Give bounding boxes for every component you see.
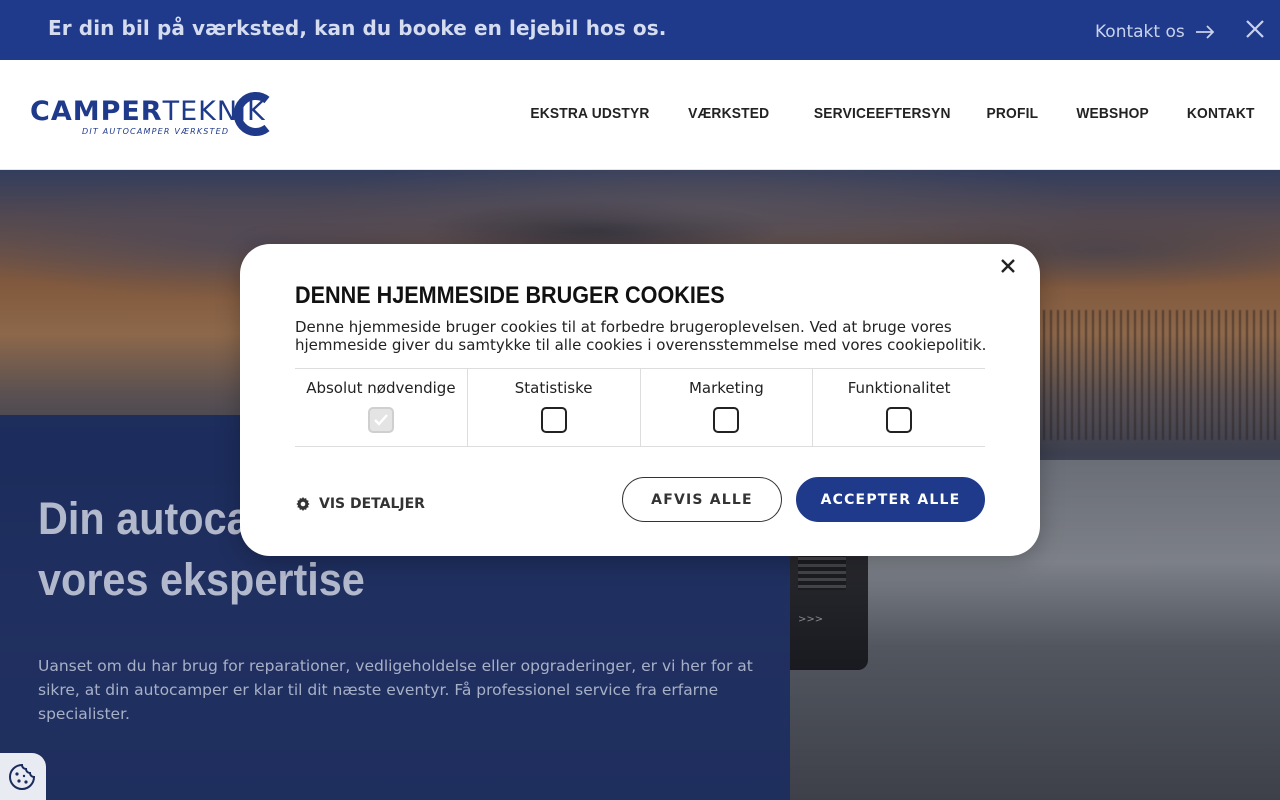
close-icon[interactable] xyxy=(1245,19,1265,39)
cookie-category-marketing: Marketing xyxy=(641,369,814,446)
contact-link-label: Kontakt os xyxy=(1095,22,1185,42)
gear-icon xyxy=(296,497,310,511)
cookie-category-functionality: Funktionalitet xyxy=(813,369,985,446)
cookie-title: DENNE HJEMMESIDE BRUGER COOKIES xyxy=(295,282,725,309)
announcement-text: Er din bil på værksted, kan du booke en … xyxy=(48,16,667,40)
nav-item-vaerksted[interactable]: VÆRKSTED xyxy=(688,105,769,122)
logo[interactable]: CAMPERTEKNIK DIT AUTOCAMPER VÆRKSTED xyxy=(30,90,272,140)
show-details-label: VIS DETALJER xyxy=(319,496,425,512)
accept-all-button[interactable]: ACCEPTER ALLE xyxy=(796,477,985,522)
cookie-categories: Absolut nødvendige Statistiske Marketing… xyxy=(295,368,985,447)
show-details-link[interactable]: VIS DETALJER xyxy=(295,496,425,512)
category-label: Funktionalitet xyxy=(847,379,951,397)
main-nav: EKSTRA UDSTYR VÆRKSTED SERVICEEFTERSYN P… xyxy=(520,105,1255,122)
contact-link[interactable]: Kontakt os xyxy=(1095,22,1215,42)
nav-item-profil[interactable]: PROFIL xyxy=(987,105,1039,122)
announcement-bar: Er din bil på værksted, kan du booke en … xyxy=(0,0,1280,60)
logo-tagline: DIT AUTOCAMPER VÆRKSTED xyxy=(82,127,230,136)
arrow-right-icon xyxy=(1195,25,1215,39)
nav-item-kontakt[interactable]: KONTAKT xyxy=(1187,105,1255,122)
statistics-checkbox[interactable] xyxy=(540,407,567,433)
marketing-checkbox[interactable] xyxy=(713,407,740,433)
reject-all-button[interactable]: AFVIS ALLE xyxy=(622,477,782,522)
nav-item-webshop[interactable]: WEBSHOP xyxy=(1077,105,1150,122)
cookie-consent-dialog: DENNE HJEMMESIDE BRUGER COOKIES Denne hj… xyxy=(240,244,1040,556)
check-icon xyxy=(374,414,388,426)
cookie-description: Denne hjemmeside bruger cookies til at f… xyxy=(295,318,987,354)
hero-text: Uanset om du har brug for reparationer, … xyxy=(38,657,753,723)
site-header: CAMPERTEKNIK DIT AUTOCAMPER VÆRKSTED EKS… xyxy=(0,60,1280,170)
cookie-category-necessary: Absolut nødvendige xyxy=(295,369,468,446)
functionality-checkbox[interactable] xyxy=(886,407,913,433)
cookie-settings-button[interactable] xyxy=(0,753,46,800)
close-icon[interactable] xyxy=(1000,258,1016,274)
cookie-icon xyxy=(9,763,36,790)
nav-item-serviceeftersyn[interactable]: SERVICEEFTERSYN xyxy=(814,105,951,122)
nav-item-ekstra-udstyr[interactable]: EKSTRA UDSTYR xyxy=(530,105,649,122)
category-label: Marketing xyxy=(688,379,764,397)
category-label: Statistiske xyxy=(514,379,593,397)
category-label: Absolut nødvendige xyxy=(306,379,456,397)
necessary-checkbox xyxy=(367,407,394,433)
cookie-category-statistics: Statistiske xyxy=(468,369,641,446)
logo-c-mark xyxy=(233,92,270,136)
